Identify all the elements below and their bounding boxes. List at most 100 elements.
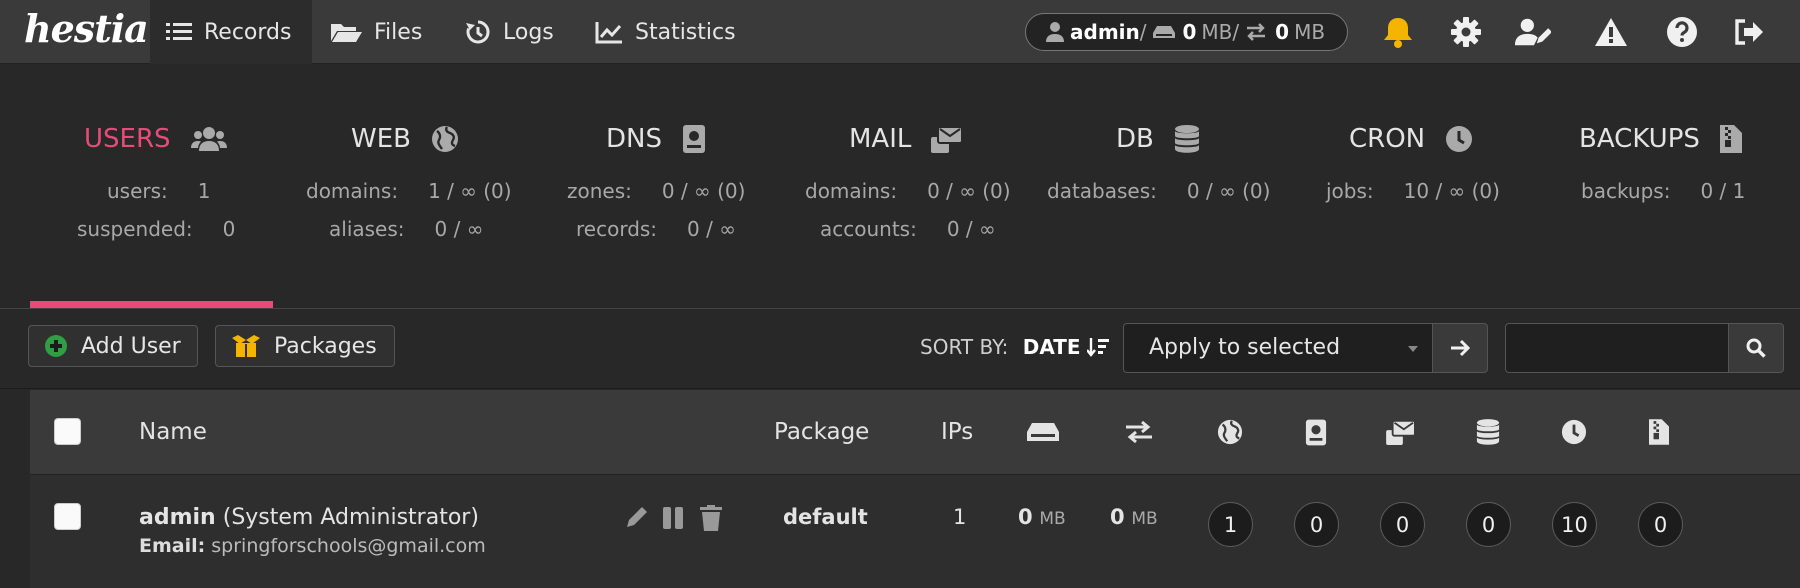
address-book-icon (682, 125, 705, 153)
row-checkbox[interactable] (54, 503, 81, 530)
overview-mail-tab[interactable]: MAIL (849, 124, 964, 154)
column-disk[interactable] (1027, 390, 1059, 474)
label: suspended: (77, 217, 193, 241)
search-button[interactable] (1728, 323, 1784, 373)
quota-separator: / (1139, 20, 1147, 44)
nav-statistics[interactable]: Statistics (595, 0, 736, 64)
value: 0 / ∞ (0) (661, 179, 746, 203)
sort-by-control[interactable]: SORT BY: DATE (920, 335, 1109, 359)
column-ips[interactable]: IPs (941, 390, 973, 474)
search-icon (1746, 338, 1766, 358)
quota-bandwidth-value: 0 (1275, 20, 1290, 44)
overview-db-databases: databases: 0 / ∞ (0) (1047, 179, 1270, 203)
delete-user-icon[interactable] (700, 505, 722, 536)
overview-backups-count: backups: 0 / 1 (1581, 179, 1745, 203)
overview-db-title: DB (1116, 124, 1154, 154)
value: 1 / ∞ (0) (428, 179, 512, 203)
nav-files[interactable]: Files (330, 0, 422, 64)
overview-web-domains: domains: 1 / ∞ (0) (306, 179, 512, 203)
username[interactable]: admin (139, 505, 216, 530)
column-web[interactable] (1217, 390, 1243, 474)
package-value[interactable]: default (783, 505, 868, 529)
overview-web-title: WEB (351, 124, 411, 154)
search-input[interactable] (1505, 323, 1729, 373)
overview-backups-tab[interactable]: BACKUPS (1579, 124, 1742, 154)
column-backups[interactable] (1649, 390, 1669, 474)
warning-triangle-icon[interactable] (1593, 14, 1629, 50)
column-bandwidth[interactable] (1124, 390, 1154, 474)
label: records: (576, 217, 658, 241)
apply-action-button[interactable] (1432, 323, 1488, 373)
user-edit-icon[interactable] (1515, 14, 1551, 50)
mail-bulk-icon (931, 126, 964, 153)
label: databases: (1047, 179, 1157, 203)
nav-records[interactable]: Records (150, 0, 312, 64)
user-fullname: (System Administrator) (222, 505, 479, 530)
nav-statistics-label: Statistics (635, 19, 736, 45)
exchange-icon (1247, 23, 1266, 41)
column-db[interactable] (1476, 390, 1500, 474)
hestia-logo[interactable]: hestia (24, 6, 149, 58)
settings-gear-icon[interactable] (1448, 14, 1484, 50)
column-name[interactable]: Name (139, 390, 207, 474)
overview-dns-tab[interactable]: DNS (606, 124, 706, 154)
account-overview: USERS users: 1 suspended: 0 WEB domains: 1 … (0, 64, 1800, 308)
help-question-icon[interactable] (1664, 14, 1700, 50)
table-row[interactable]: admin (System Administrator) Email: spri… (30, 474, 1800, 588)
quota-disk-value: 0 (1182, 20, 1197, 44)
label: jobs: (1326, 179, 1374, 203)
overview-users-count: users: 1 (107, 179, 211, 203)
bulk-action-select[interactable]: Apply to selected (1123, 323, 1433, 373)
value: 10 / ∞ (0) (1403, 179, 1500, 203)
suspend-user-icon[interactable] (662, 506, 684, 535)
column-mail[interactable] (1386, 390, 1416, 474)
nav-logs-label: Logs (503, 19, 554, 45)
table-header: Name Package IPs (30, 390, 1800, 474)
column-package[interactable]: Package (774, 390, 869, 474)
notifications-bell-icon[interactable] (1380, 14, 1416, 50)
overview-web-tab[interactable]: WEB (351, 124, 459, 154)
database-icon (1476, 419, 1500, 445)
globe-icon (1217, 419, 1243, 445)
select-all-checkbox[interactable] (54, 418, 81, 445)
value: 0 / ∞ (687, 217, 736, 241)
mail-bulk-icon (1386, 419, 1416, 445)
cron-jobs-badge: 10 (1552, 502, 1597, 547)
nav-files-label: Files (374, 19, 423, 45)
bandwidth-value: 0 (1110, 505, 1125, 529)
user-quota-pill[interactable]: admin / 0 MB / 0 MB (1025, 13, 1348, 51)
logout-icon[interactable] (1731, 14, 1767, 50)
overview-db-tab[interactable]: DB (1116, 124, 1200, 154)
plus-circle-icon (45, 335, 67, 357)
value: 0 (222, 217, 236, 241)
overview-cron-tab[interactable]: CRON (1349, 124, 1473, 154)
edit-user-icon[interactable] (625, 505, 649, 534)
table-left-gutter (0, 390, 30, 588)
value: 0 / ∞ (0) (1186, 179, 1271, 203)
overview-cron-title: CRON (1349, 124, 1426, 154)
hdd-icon (1027, 423, 1059, 441)
sort-amount-down-icon (1086, 338, 1109, 357)
disk-unit: MB (1039, 509, 1066, 529)
label: aliases: (329, 217, 405, 241)
clock-icon (1446, 126, 1473, 152)
exchange-icon (1126, 420, 1152, 444)
add-user-button[interactable]: Add User (28, 325, 198, 367)
dns-zones-badge: 0 (1294, 502, 1339, 547)
label: domains: (805, 179, 898, 203)
user-email-line: Email: springforschools@gmail.com (139, 535, 486, 557)
label: accounts: (820, 217, 917, 241)
user-name-cell[interactable]: admin (System Administrator) (139, 505, 479, 530)
web-domains-badge: 1 (1208, 502, 1253, 547)
disk-value: 0 (1018, 505, 1033, 529)
backups-badge: 0 (1638, 502, 1683, 547)
overview-users-tab[interactable]: USERS (84, 124, 227, 154)
column-cron[interactable] (1561, 390, 1587, 474)
column-dns[interactable] (1305, 390, 1327, 474)
packages-button[interactable]: Packages (215, 325, 395, 367)
bandwidth-unit: MB (1131, 509, 1158, 529)
nav-logs[interactable]: Logs (465, 0, 554, 64)
quota-separator: / (1232, 20, 1240, 44)
top-navigation-bar: hestia Records Files Logs Statistics adm… (0, 0, 1800, 64)
overview-backups-title: BACKUPS (1579, 124, 1700, 154)
